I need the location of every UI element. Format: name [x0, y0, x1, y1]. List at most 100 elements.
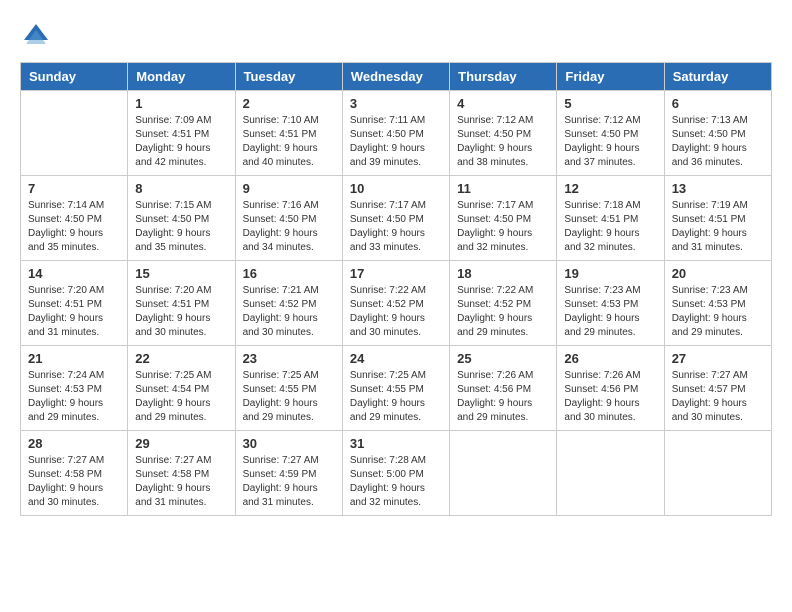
calendar-cell [557, 431, 664, 516]
cell-info: Sunrise: 7:27 AMSunset: 4:57 PMDaylight:… [672, 369, 764, 425]
cell-day-number: 30 [243, 436, 335, 451]
cell-day-number: 6 [672, 96, 764, 111]
calendar-cell: 23 Sunrise: 7:25 AMSunset: 4:55 PMDayligh… [235, 346, 342, 431]
calendar-cell: 7 Sunrise: 7:14 AMSunset: 4:50 PMDaylight… [21, 176, 128, 261]
calendar-cell: 15Sunrise: 7:20 AMSunset: 4:51 PMDayligh… [128, 261, 235, 346]
calendar-cell: 17 Sunrise: 7:22 AMSunset: 4:52 PMDayligh… [342, 261, 449, 346]
calendar-cell: 12 Sunrise: 7:18 AMSunset: 4:51 PMDayligh… [557, 176, 664, 261]
cell-day-number: 12 [564, 181, 656, 196]
calendar-cell: 4Sunrise: 7:12 AMSunset: 4:50 PMDaylight… [450, 91, 557, 176]
cell-day-number: 23 [243, 351, 335, 366]
calendar-cell: 28 Sunrise: 7:27 AMSunset: 4:58 PMDayligh… [21, 431, 128, 516]
calendar-cell [21, 91, 128, 176]
calendar-cell: 16Sunrise: 7:21 AMSunset: 4:52 PMDayligh… [235, 261, 342, 346]
cell-info: Sunrise: 7:27 AMSunset: 4:58 PMDaylight:… [135, 454, 227, 510]
cell-day-number: 7 [28, 181, 120, 196]
cell-day-number: 9 [243, 181, 335, 196]
calendar-cell: 10 Sunrise: 7:17 AMSunset: 4:50 PMDayligh… [342, 176, 449, 261]
cell-day-number: 19 [564, 266, 656, 281]
cell-day-number: 17 [350, 266, 442, 281]
calendar-cell: 31Sunrise: 7:28 AMSunset: 5:00 PMDayligh… [342, 431, 449, 516]
col-header-wednesday: Wednesday [342, 63, 449, 91]
cell-day-number: 21 [28, 351, 120, 366]
cell-info: Sunrise: 7:26 AMSunset: 4:56 PMDaylight:… [457, 369, 549, 425]
cell-day-number: 13 [672, 181, 764, 196]
calendar-cell [450, 431, 557, 516]
cell-info: Sunrise: 7:25 AMSunset: 4:55 PMDaylight:… [243, 369, 335, 425]
calendar-cell: 30 Sunrise: 7:27 AMSunset: 4:59 PMDayligh… [235, 431, 342, 516]
cell-day-number: 27 [672, 351, 764, 366]
calendar-cell: 27 Sunrise: 7:27 AMSunset: 4:57 PMDayligh… [664, 346, 771, 431]
cell-info: Sunrise: 7:14 AMSunset: 4:50 PMDaylight:… [28, 199, 120, 255]
cell-info: Sunrise: 7:20 AMSunset: 4:51 PMDaylight:… [28, 284, 120, 340]
cell-info: Sunrise: 7:22 AMSunset: 4:52 PMDaylight:… [350, 284, 442, 340]
page-header [20, 20, 772, 52]
calendar-cell [664, 431, 771, 516]
calendar-cell: 29 Sunrise: 7:27 AMSunset: 4:58 PMDayligh… [128, 431, 235, 516]
cell-info: Sunrise: 7:17 AMSunset: 4:50 PMDaylight:… [350, 199, 442, 255]
col-header-thursday: Thursday [450, 63, 557, 91]
cell-day-number: 1 [135, 96, 227, 111]
calendar-header-row: SundayMondayTuesdayWednesdayThursdayFrid… [21, 63, 772, 91]
cell-info: Sunrise: 7:22 AMSunset: 4:52 PMDaylight:… [457, 284, 549, 340]
logo-icon [20, 20, 52, 52]
cell-info: Sunrise: 7:25 AMSunset: 4:54 PMDaylight:… [135, 369, 227, 425]
calendar-cell: 25 Sunrise: 7:26 AMSunset: 4:56 PMDayligh… [450, 346, 557, 431]
cell-day-number: 20 [672, 266, 764, 281]
cell-info: Sunrise: 7:23 AMSunset: 4:53 PMDaylight:… [564, 284, 656, 340]
col-header-monday: Monday [128, 63, 235, 91]
calendar-cell: 11 Sunrise: 7:17 AMSunset: 4:50 PMDayligh… [450, 176, 557, 261]
cell-info: Sunrise: 7:23 AMSunset: 4:53 PMDaylight:… [672, 284, 764, 340]
cell-info: Sunrise: 7:17 AMSunset: 4:50 PMDaylight:… [457, 199, 549, 255]
cell-info: Sunrise: 7:12 AMSunset: 4:50 PMDaylight:… [564, 114, 656, 170]
cell-day-number: 28 [28, 436, 120, 451]
cell-day-number: 16 [243, 266, 335, 281]
col-header-tuesday: Tuesday [235, 63, 342, 91]
calendar-cell: 2Sunrise: 7:10 AMSunset: 4:51 PMDaylight… [235, 91, 342, 176]
calendar-week-5: 28 Sunrise: 7:27 AMSunset: 4:58 PMDayligh… [21, 431, 772, 516]
calendar-week-4: 21 Sunrise: 7:24 AMSunset: 4:53 PMDayligh… [21, 346, 772, 431]
calendar-cell: 5Sunrise: 7:12 AMSunset: 4:50 PMDaylight… [557, 91, 664, 176]
cell-info: Sunrise: 7:27 AMSunset: 4:58 PMDaylight:… [28, 454, 120, 510]
cell-day-number: 4 [457, 96, 549, 111]
col-header-saturday: Saturday [664, 63, 771, 91]
calendar-table: SundayMondayTuesdayWednesdayThursdayFrid… [20, 62, 772, 516]
cell-info: Sunrise: 7:20 AMSunset: 4:51 PMDaylight:… [135, 284, 227, 340]
cell-info: Sunrise: 7:19 AMSunset: 4:51 PMDaylight:… [672, 199, 764, 255]
calendar-cell: 3Sunrise: 7:11 AMSunset: 4:50 PMDaylight… [342, 91, 449, 176]
calendar-cell: 9 Sunrise: 7:16 AMSunset: 4:50 PMDaylight… [235, 176, 342, 261]
calendar-cell: 14Sunrise: 7:20 AMSunset: 4:51 PMDayligh… [21, 261, 128, 346]
cell-day-number: 29 [135, 436, 227, 451]
cell-day-number: 10 [350, 181, 442, 196]
calendar-cell: 8 Sunrise: 7:15 AMSunset: 4:50 PMDaylight… [128, 176, 235, 261]
cell-info: Sunrise: 7:25 AMSunset: 4:55 PMDaylight:… [350, 369, 442, 425]
calendar-cell: 19 Sunrise: 7:23 AMSunset: 4:53 PMDayligh… [557, 261, 664, 346]
calendar-cell: 21 Sunrise: 7:24 AMSunset: 4:53 PMDayligh… [21, 346, 128, 431]
col-header-friday: Friday [557, 63, 664, 91]
cell-info: Sunrise: 7:26 AMSunset: 4:56 PMDaylight:… [564, 369, 656, 425]
logo [20, 20, 56, 52]
calendar-week-2: 7 Sunrise: 7:14 AMSunset: 4:50 PMDaylight… [21, 176, 772, 261]
cell-info: Sunrise: 7:13 AMSunset: 4:50 PMDaylight:… [672, 114, 764, 170]
cell-day-number: 22 [135, 351, 227, 366]
cell-info: Sunrise: 7:27 AMSunset: 4:59 PMDaylight:… [243, 454, 335, 510]
cell-info: Sunrise: 7:24 AMSunset: 4:53 PMDaylight:… [28, 369, 120, 425]
calendar-cell: 6 Sunrise: 7:13 AMSunset: 4:50 PMDaylight… [664, 91, 771, 176]
calendar-cell: 13 Sunrise: 7:19 AMSunset: 4:51 PMDayligh… [664, 176, 771, 261]
cell-info: Sunrise: 7:16 AMSunset: 4:50 PMDaylight:… [243, 199, 335, 255]
cell-day-number: 11 [457, 181, 549, 196]
calendar-week-3: 14Sunrise: 7:20 AMSunset: 4:51 PMDayligh… [21, 261, 772, 346]
cell-day-number: 8 [135, 181, 227, 196]
cell-info: Sunrise: 7:15 AMSunset: 4:50 PMDaylight:… [135, 199, 227, 255]
cell-info: Sunrise: 7:18 AMSunset: 4:51 PMDaylight:… [564, 199, 656, 255]
cell-day-number: 3 [350, 96, 442, 111]
cell-info: Sunrise: 7:09 AMSunset: 4:51 PMDaylight:… [135, 114, 227, 170]
cell-day-number: 25 [457, 351, 549, 366]
cell-info: Sunrise: 7:10 AMSunset: 4:51 PMDaylight:… [243, 114, 335, 170]
calendar-cell: 24 Sunrise: 7:25 AMSunset: 4:55 PMDayligh… [342, 346, 449, 431]
calendar-cell: 26Sunrise: 7:26 AMSunset: 4:56 PMDayligh… [557, 346, 664, 431]
cell-day-number: 31 [350, 436, 442, 451]
cell-day-number: 18 [457, 266, 549, 281]
calendar-cell: 18 Sunrise: 7:22 AMSunset: 4:52 PMDayligh… [450, 261, 557, 346]
cell-day-number: 24 [350, 351, 442, 366]
